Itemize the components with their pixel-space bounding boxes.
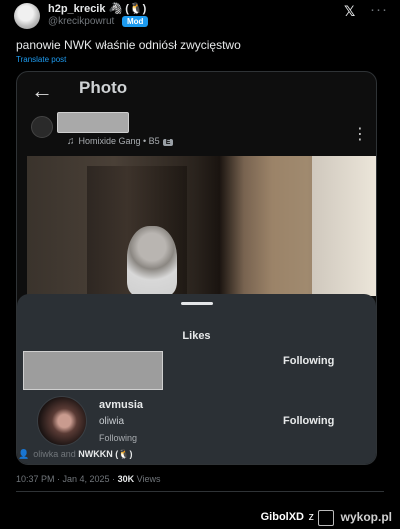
back-arrow-icon: ← <box>31 78 53 103</box>
watermark-separator: z <box>308 511 315 523</box>
photo-person <box>127 226 177 296</box>
song-label: Homixide Gang • B5 <box>78 136 160 146</box>
photo-image <box>27 156 376 296</box>
embedded-screenshot[interactable]: ← Photo ♫ Homixide Gang • B5 E ⋮ Likes Fol… <box>16 71 377 465</box>
explicit-badge: E <box>162 139 174 146</box>
likes-sheet: Likes Following avmusia oliwia Following… <box>17 294 376 464</box>
author-avatar[interactable] <box>14 3 40 29</box>
x-logo-icon: 𝕏 <box>344 3 356 19</box>
photo-screen-title: Photo <box>79 78 128 97</box>
user-display-name: oliwia <box>99 416 125 427</box>
tweet-meta: 10:37 PM · Jan 4, 2025 · 30K Views <box>16 474 160 484</box>
views-count: 30K <box>117 474 135 484</box>
translate-link[interactable]: Translate post <box>16 55 66 64</box>
more-horizontal-icon[interactable]: ··· <box>370 1 388 18</box>
tweet-text: panowie NWK właśnie odniósł zwycięstwo <box>16 38 241 52</box>
redacted-user <box>23 351 163 390</box>
likes-title: Likes <box>182 330 211 342</box>
timestamp[interactable]: 10:37 PM · Jan 4, 2025 · <box>16 474 115 484</box>
sheet-drag-handle <box>181 302 213 305</box>
photo-wall <box>312 156 376 296</box>
music-note-icon: ♫ <box>67 136 75 147</box>
views-label: Views <box>136 474 161 484</box>
person-icon: 👤 <box>18 449 30 459</box>
watermark-site: wykop.pl <box>340 510 392 524</box>
more-vertical-icon: ⋮ <box>352 126 368 143</box>
user-username: avmusia <box>99 399 144 411</box>
user-follow-status: Following <box>99 433 138 443</box>
divider <box>16 491 384 492</box>
liked-by-row[interactable]: 👤 oliwka and NWKKN (🐧) <box>18 449 132 460</box>
author-name[interactable]: h2p_krecik 🦓 (🐧) <box>48 2 146 15</box>
wykop-logo-icon <box>318 510 334 526</box>
poster-avatar <box>31 116 53 138</box>
following-button: Following <box>283 415 335 427</box>
redacted-username <box>57 112 129 133</box>
user-avatar <box>37 396 87 446</box>
following-button: Following <box>283 355 335 367</box>
mod-badge: Mod <box>122 16 149 27</box>
author-handle[interactable]: @krecikpowrut <box>48 16 114 27</box>
liked-by-prefix: oliwka and <box>33 449 76 459</box>
liked-by-user[interactable]: NWKKN (🐧) <box>78 449 132 459</box>
watermark: GibolXD z wykop.pl <box>0 508 400 529</box>
song-row: ♫ Homixide Gang • B5 E <box>67 136 174 147</box>
watermark-user: GibolXD <box>260 511 304 523</box>
